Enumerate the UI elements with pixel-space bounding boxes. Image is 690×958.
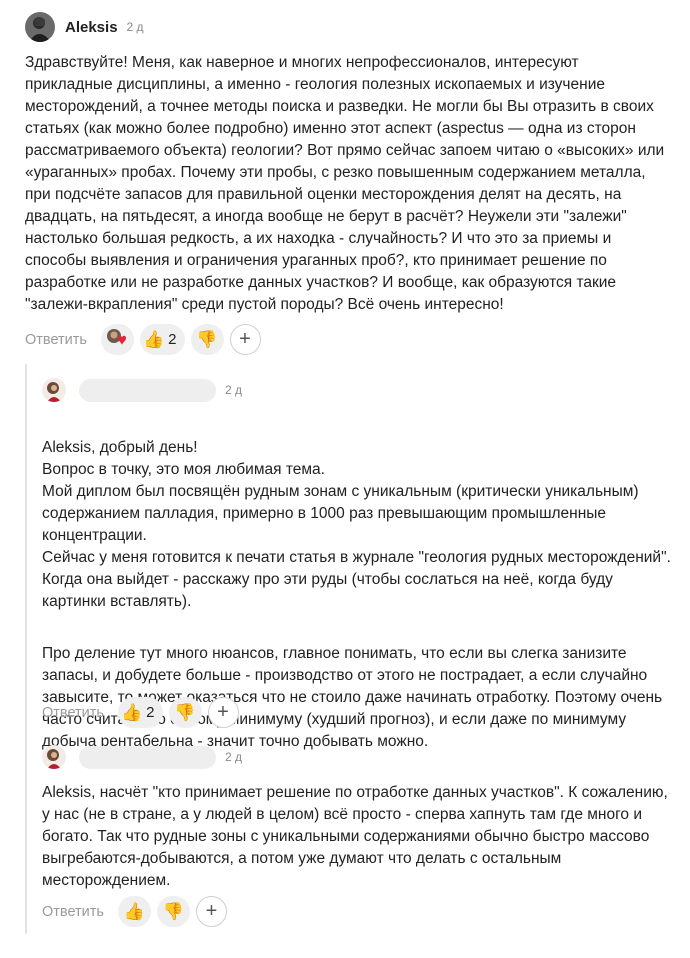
reply-button[interactable]: Ответить (42, 904, 104, 920)
dislike-button[interactable]: 👎 (168, 697, 202, 728)
plus-icon: + (239, 328, 251, 350)
avatar[interactable] (42, 745, 66, 769)
like-count: 2 (168, 331, 177, 348)
dislike-button[interactable]: 👎 (156, 896, 190, 927)
like-button[interactable]: 👍 2 (117, 697, 163, 728)
comment-text: Aleksis, насчёт "кто принимает решение п… (42, 782, 672, 892)
thumbs-down-icon: 👎 (196, 330, 218, 349)
like-count: 2 (146, 704, 155, 721)
author-name-placeholder (79, 378, 216, 402)
add-reaction-button[interactable]: + (229, 324, 261, 355)
comment-header: 2 д (42, 745, 672, 769)
comment-actions: Ответить 👍 2 👎 + (42, 697, 239, 728)
plus-icon: + (217, 701, 229, 723)
comment-header: 2 д (42, 378, 672, 402)
comment-text: Здравствуйте! Меня, как наверное и многи… (25, 52, 670, 316)
thumbs-down-icon: 👎 (162, 902, 185, 921)
avatar[interactable] (25, 12, 55, 42)
reply-button[interactable]: Ответить (25, 332, 87, 348)
thumbs-up-icon: 👍 (120, 703, 143, 722)
author-name-placeholder (79, 745, 216, 769)
comment-actions: Ответить 👍 2 👎 + (25, 324, 261, 355)
comment-date: 2 д (126, 20, 144, 34)
like-button[interactable]: 👍 (117, 896, 151, 927)
dislike-button[interactable]: 👎 (190, 324, 224, 355)
plus-icon: + (205, 900, 218, 922)
thumbs-up-icon: 👍 (142, 330, 165, 349)
heart-reaction-icon (106, 327, 128, 352)
comment-date: 2 д (225, 383, 243, 397)
like-button[interactable]: 👍 2 (139, 324, 185, 355)
add-reaction-button[interactable]: + (195, 896, 227, 927)
reply-button[interactable]: Ответить (42, 705, 104, 721)
comment-reply: 2 д Aleksis, насчёт "кто принимает решен… (42, 745, 672, 892)
author-name[interactable]: Aleksis (65, 19, 118, 36)
comment-actions: Ответить 👍 👎 + (42, 896, 227, 927)
comment-paragraph: Aleksis, насчёт "кто принимает решение п… (42, 784, 668, 889)
thumbs-down-icon: 👎 (174, 703, 196, 722)
comment-header: Aleksis 2 д (25, 12, 670, 42)
thumbs-up-icon: 👍 (123, 902, 146, 921)
comment-date: 2 д (225, 750, 243, 764)
comment-paragraph: Здравствуйте! Меня, как наверное и многи… (25, 54, 665, 313)
avatar[interactable] (42, 378, 66, 402)
comment-main: Aleksis 2 д Здравствуйте! Меня, как наве… (25, 12, 670, 316)
reply-thread-line (25, 364, 27, 934)
heart-reaction-pill[interactable] (100, 324, 134, 355)
comment-paragraph: Aleksis, добрый день! Вопрос в точку, эт… (42, 439, 671, 610)
add-reaction-button[interactable]: + (207, 697, 239, 728)
